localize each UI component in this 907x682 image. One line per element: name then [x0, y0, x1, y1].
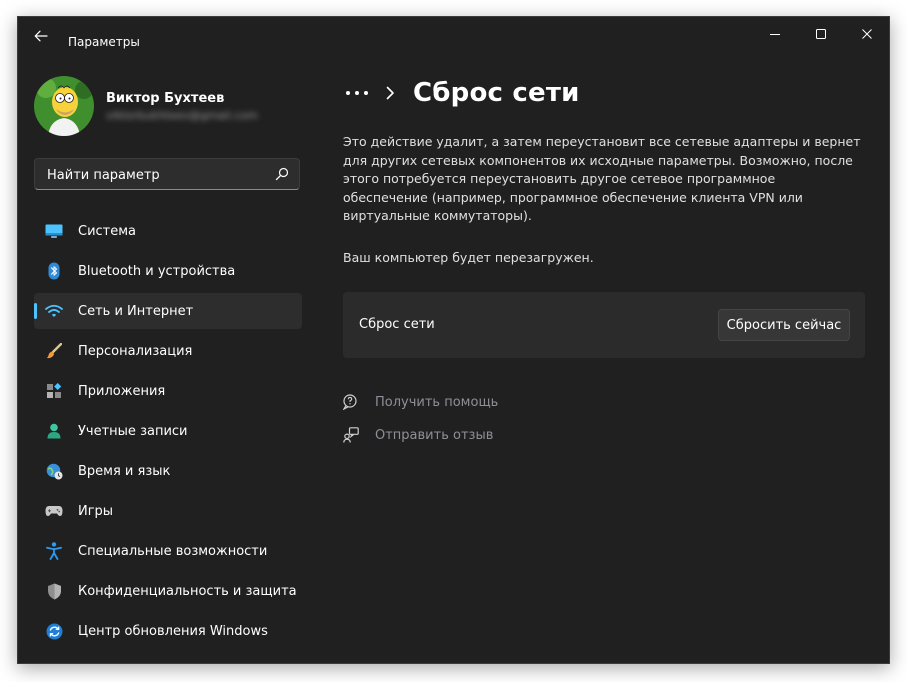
- sidebar-nav: Система Bluetooth и устройства Сеть и Ин…: [34, 213, 302, 653]
- back-arrow-icon: [34, 30, 48, 42]
- sidebar-item-network[interactable]: Сеть и Интернет: [34, 293, 302, 329]
- sidebar-item-accounts[interactable]: Учетные записи: [34, 413, 302, 449]
- update-icon: [45, 622, 63, 640]
- sidebar-item-apps[interactable]: Приложения: [34, 373, 302, 409]
- search-input[interactable]: [45, 159, 269, 191]
- get-help-label: Получить помощь: [375, 394, 499, 410]
- reboot-note: Ваш компьютер будет перезагружен.: [343, 250, 594, 265]
- reset-now-button[interactable]: Сбросить сейчас: [718, 309, 850, 341]
- reset-description: Это действие удалит, а затем переустанов…: [343, 134, 861, 223]
- sidebar-item-personalization[interactable]: Персонализация: [34, 333, 302, 369]
- search-box[interactable]: [34, 158, 300, 191]
- display-icon: [45, 222, 63, 240]
- network-reset-card: Сброс сети Сбросить сейчас: [343, 292, 865, 358]
- sidebar-item-label: Время и язык: [78, 463, 171, 479]
- send-feedback-label: Отправить отзыв: [375, 427, 494, 443]
- sidebar-item-time-language[interactable]: Время и язык: [34, 453, 302, 489]
- gamepad-icon: [45, 502, 63, 520]
- sidebar-item-windows-update[interactable]: Центр обновления Windows: [34, 613, 302, 649]
- search-icon[interactable]: [275, 167, 289, 181]
- help-chat-icon: [343, 394, 359, 410]
- breadcrumb-more-button[interactable]: [343, 83, 371, 103]
- sidebar-item-accessibility[interactable]: Специальные возможности: [34, 533, 302, 569]
- back-button[interactable]: [28, 27, 54, 45]
- avatar[interactable]: [34, 76, 94, 136]
- sidebar-item-label: Специальные возможности: [78, 543, 268, 559]
- sidebar-item-label: Приложения: [78, 383, 166, 399]
- feedback-icon: [343, 427, 359, 443]
- card-label: Сброс сети: [359, 317, 435, 332]
- user-name: Виктор Бухтеев: [106, 91, 225, 106]
- sidebar-item-system[interactable]: Система: [34, 213, 302, 249]
- window-title: Параметры: [68, 35, 140, 49]
- sidebar-item-label: Игры: [78, 503, 114, 519]
- apps-icon: [45, 382, 63, 400]
- sidebar-item-label: Персонализация: [78, 343, 193, 359]
- send-feedback-link[interactable]: Отправить отзыв: [343, 427, 493, 443]
- user-email: viktorbukhteev@gmail.com: [106, 109, 258, 122]
- get-help-link[interactable]: Получить помощь: [343, 394, 498, 410]
- breadcrumb: Сброс сети: [343, 75, 580, 111]
- sidebar-item-label: Bluetooth и устройства: [78, 263, 236, 279]
- sidebar-item-label: Система: [78, 223, 137, 239]
- sidebar-item-label: Конфиденциальность и защита: [78, 583, 297, 599]
- accessibility-icon: [45, 542, 63, 560]
- page-title: Сброс сети: [413, 78, 580, 108]
- minimize-icon: [770, 34, 780, 35]
- sidebar-item-gaming[interactable]: Игры: [34, 493, 302, 529]
- sidebar-item-label: Учетные записи: [78, 423, 188, 439]
- shield-icon: [45, 582, 63, 600]
- maximize-icon: [816, 29, 826, 39]
- sidebar-item-label: Сеть и Интернет: [78, 303, 194, 319]
- globe-clock-icon: [45, 462, 63, 480]
- sidebar-item-bluetooth[interactable]: Bluetooth и устройства: [34, 253, 302, 289]
- wifi-icon: [45, 302, 63, 320]
- settings-window: Параметры Виктор Бухтеев viktorbukhteev@…: [17, 16, 890, 664]
- more-dots-icon: [346, 91, 368, 95]
- sidebar-item-label: Центр обновления Windows: [78, 623, 268, 639]
- brush-icon: [45, 342, 63, 360]
- minimize-button[interactable]: [752, 17, 798, 51]
- chevron-right-icon: [385, 86, 399, 100]
- close-button[interactable]: [844, 17, 889, 51]
- sidebar-item-privacy[interactable]: Конфиденциальность и защита: [34, 573, 302, 609]
- bluetooth-icon: [45, 262, 63, 280]
- avatar-image: [34, 76, 94, 136]
- close-icon: [862, 29, 872, 39]
- account-icon: [45, 422, 63, 440]
- title-bar: Параметры: [18, 17, 889, 51]
- maximize-button[interactable]: [798, 17, 844, 51]
